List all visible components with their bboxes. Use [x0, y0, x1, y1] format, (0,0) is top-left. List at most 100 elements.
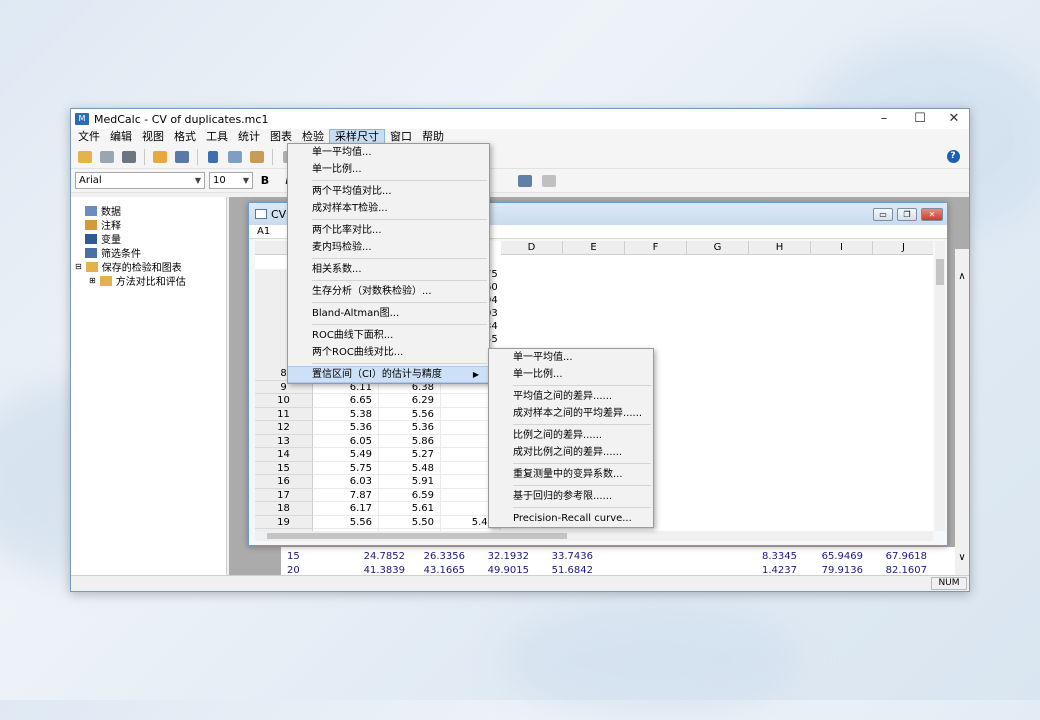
menu-tools[interactable]: 工具: [201, 129, 233, 145]
table-cell[interactable]: 5.49: [313, 448, 379, 462]
minimize-button[interactable]: –: [867, 109, 901, 129]
ci-submenu-item[interactable]: Precision-Recall curve...: [489, 510, 653, 527]
child-restore-button[interactable]: ❐: [897, 208, 917, 221]
font-size-select[interactable]: 10 ▼: [209, 172, 253, 189]
copy-icon[interactable]: [225, 148, 245, 166]
column-header[interactable]: I: [811, 241, 873, 255]
column-header[interactable]: F: [625, 241, 687, 255]
sample-size-menu-item[interactable]: Bland-Altman图...: [288, 305, 489, 322]
table-cell[interactable]: 24.7852: [351, 549, 411, 563]
table-cell[interactable]: 5.38: [313, 407, 379, 421]
table-cell[interactable]: 5.86: [379, 434, 441, 448]
table-cell[interactable]: 5.27: [379, 448, 441, 462]
scroll-thumb[interactable]: [267, 533, 567, 539]
tree-item-filters[interactable]: 筛选条件: [85, 245, 141, 260]
table-cell[interactable]: 5.91: [379, 475, 441, 489]
tree-item-method-comparison[interactable]: ⊞ 方法对比和评估: [89, 273, 186, 288]
ci-submenu-item[interactable]: 单一比例...: [489, 366, 653, 383]
ci-submenu-item[interactable]: 比例之间的差异......: [489, 427, 653, 444]
table-cell[interactable]: 32.1932: [471, 549, 535, 563]
row-header[interactable]: 14: [255, 448, 313, 462]
table-cell[interactable]: 26.3356: [411, 549, 471, 563]
spreadsheet-icon[interactable]: [172, 148, 192, 166]
column-header[interactable]: J: [873, 241, 933, 255]
table-cell[interactable]: 5.48: [379, 461, 441, 475]
column-header[interactable]: G: [687, 241, 749, 255]
table-cell[interactable]: 7.87: [313, 488, 379, 502]
spreadsheet-horizontal-scrollbar[interactable]: [255, 531, 933, 541]
sample-size-menu-item[interactable]: 麦内玛检验...: [288, 239, 489, 256]
table-cell[interactable]: 6.65: [313, 394, 379, 408]
row-header[interactable]: 15: [255, 461, 313, 475]
column-header[interactable]: H: [749, 241, 811, 255]
menu-edit[interactable]: 编辑: [105, 129, 137, 145]
spreadsheet-vertical-scrollbar[interactable]: [935, 241, 945, 531]
table-cell[interactable]: 6.29: [379, 394, 441, 408]
scroll-thumb[interactable]: [936, 259, 944, 285]
table-cell[interactable]: 5.75: [313, 461, 379, 475]
child-close-button[interactable]: ✕: [921, 208, 943, 221]
help-icon[interactable]: ?: [943, 148, 963, 166]
scroll-up-icon[interactable]: ∧: [955, 271, 969, 282]
font-family-select[interactable]: Arial ▼: [75, 172, 205, 189]
main-vertical-scrollbar[interactable]: ∧ ∨: [955, 249, 969, 581]
menu-format[interactable]: 格式: [169, 129, 201, 145]
table-cell[interactable]: 5.56: [313, 515, 379, 529]
sample-size-menu-item[interactable]: 单一平均值...: [288, 144, 489, 161]
bold-button[interactable]: B: [255, 172, 275, 190]
sample-size-menu-item[interactable]: 生存分析（对数秩检验）...: [288, 283, 489, 300]
folder-icon[interactable]: [150, 148, 170, 166]
table-cell[interactable]: 6.03: [313, 475, 379, 489]
sample-size-menu-item[interactable]: 两个平均值对比...: [288, 183, 489, 200]
maximize-button[interactable]: ☐: [903, 109, 937, 129]
scroll-down-icon[interactable]: ∨: [955, 552, 969, 563]
table-cell[interactable]: 8.3345: [743, 549, 803, 563]
sample-size-menu-item[interactable]: 单一比例...: [288, 161, 489, 178]
row-header[interactable]: 10: [255, 394, 313, 408]
tree-item-saved-tests[interactable]: ⊟ 保存的检验和图表: [75, 259, 182, 274]
table-cell[interactable]: 5.61: [379, 502, 441, 516]
close-button[interactable]: ✕: [937, 109, 969, 129]
sample-size-menu-item[interactable]: 两个比率对比...: [288, 222, 489, 239]
ci-submenu-item[interactable]: 单一平均值...: [489, 349, 653, 366]
row-header[interactable]: 16: [255, 475, 313, 489]
row-header[interactable]: 13: [255, 434, 313, 448]
ci-submenu-item[interactable]: 基于回归的参考限......: [489, 488, 653, 505]
table-cell[interactable]: 6.17: [313, 502, 379, 516]
filter-icon[interactable]: [539, 172, 559, 190]
sample-size-menu-item[interactable]: ROC曲线下面积...: [288, 327, 489, 344]
ci-submenu-item[interactable]: 成对比例之间的差异......: [489, 444, 653, 461]
table-cell[interactable]: 6.05: [313, 434, 379, 448]
row-header[interactable]: 17: [255, 488, 313, 502]
sample-size-menu-item[interactable]: 置信区间（CI）的估计与精度 ▶: [288, 366, 489, 383]
cut-icon[interactable]: [203, 148, 223, 166]
paste-icon[interactable]: [247, 148, 267, 166]
ci-submenu-item[interactable]: 成对样本之间的平均差异......: [489, 405, 653, 422]
row-header[interactable]: 18: [255, 502, 313, 516]
column-header[interactable]: D: [501, 241, 563, 255]
tree-item-notes[interactable]: 注释: [85, 217, 121, 232]
tree-item-data[interactable]: 数据: [85, 203, 121, 218]
column-header[interactable]: E: [563, 241, 625, 255]
child-minimize-button[interactable]: ▭: [873, 208, 893, 221]
menu-statistics[interactable]: 统计: [233, 129, 265, 145]
tree-item-variables[interactable]: 变量: [85, 231, 121, 246]
edit-table-icon[interactable]: [515, 172, 535, 190]
table-cell[interactable]: 33.7436: [535, 549, 599, 563]
sample-size-menu-item[interactable]: 成对样本T检验...: [288, 200, 489, 217]
print-icon[interactable]: [119, 148, 139, 166]
ci-submenu-item[interactable]: 重复测量中的变异系数...: [489, 466, 653, 483]
menu-file[interactable]: 文件: [73, 129, 105, 145]
table-cell[interactable]: 6.59: [379, 488, 441, 502]
table-cell[interactable]: 5.36: [379, 421, 441, 435]
table-cell[interactable]: 5.36: [313, 421, 379, 435]
open-icon[interactable]: [75, 148, 95, 166]
ci-submenu-item[interactable]: 平均值之间的差异......: [489, 388, 653, 405]
table-cell[interactable]: 5.50: [379, 515, 441, 529]
table-cell[interactable]: 67.9618: [869, 549, 933, 563]
table-cell[interactable]: 65.9469: [803, 549, 869, 563]
row-header[interactable]: 11: [255, 407, 313, 421]
table-cell[interactable]: 5.56: [379, 407, 441, 421]
sample-size-menu-item[interactable]: 两个ROC曲线对比...: [288, 344, 489, 361]
menu-view[interactable]: 视图: [137, 129, 169, 145]
